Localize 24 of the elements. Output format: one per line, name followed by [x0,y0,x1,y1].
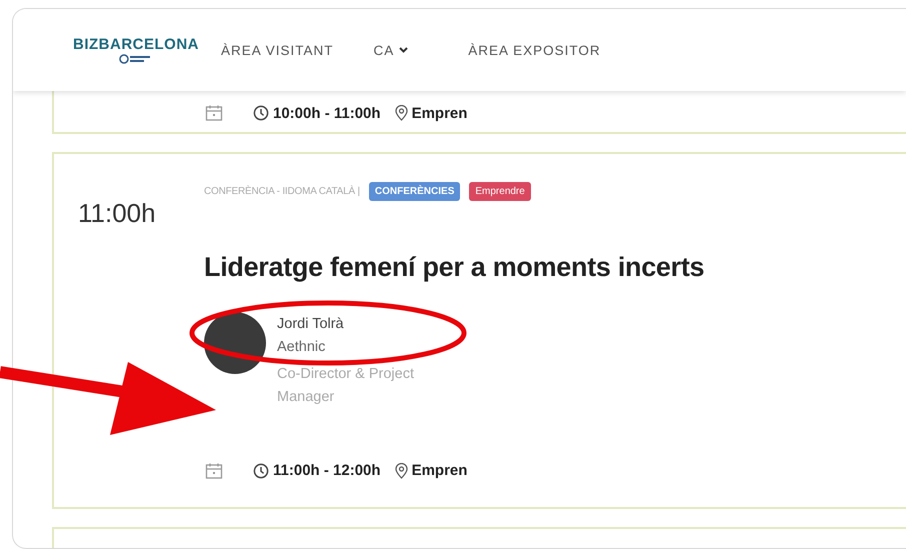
clock-icon [253,462,269,478]
speaker-name: Jordi Tolrà [277,316,345,332]
session-start-time: 11:00h [78,197,157,230]
logo-text[interactable]: BIZBARCELONA [73,36,199,53]
session-time-range: 11:00h - 12:00h [273,462,381,479]
session-location: Empren [412,462,468,479]
session-title: Lideratge femení per a moments incerts [204,252,704,283]
tag[interactable]: Emprendre [469,182,531,201]
speaker-company: Aethnic [277,338,326,354]
session-location: Empren [412,104,468,122]
sublogo-icon [119,54,153,64]
nav-link[interactable]: ÀREA EXPOSITOR [468,42,601,58]
speaker-role: Co-Director & Project [277,366,414,382]
session-category: CONFERÈNCIA - IIDOMA CATALÀ | [204,186,360,197]
chevron-down-icon [399,47,408,53]
language-dropdown[interactable]: CA [374,42,408,58]
session-time-range: 10:00h - 11:00h [273,104,381,122]
location-pin-icon [394,105,408,121]
nav-link[interactable]: ÀREA VISITANT [221,42,334,58]
location-pin-icon [394,462,408,478]
calendar-icon[interactable] [205,462,223,480]
clock-icon [253,105,269,121]
calendar-icon[interactable] [205,104,223,122]
speaker-role: Manager [277,388,336,404]
